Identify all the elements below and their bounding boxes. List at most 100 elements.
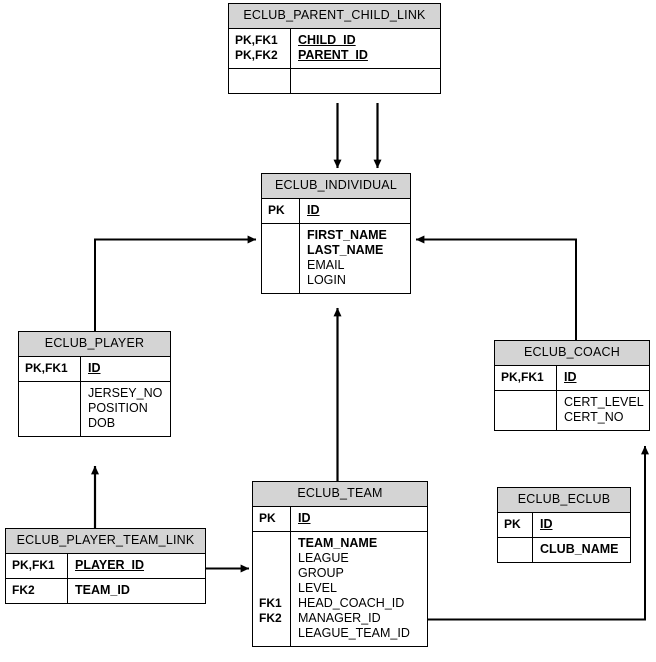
attribute-column: TEAM_ID bbox=[68, 579, 205, 603]
entity-key-section: PK ID bbox=[262, 198, 410, 223]
key-label: PK,FK2 bbox=[235, 47, 278, 62]
key-column bbox=[495, 390, 557, 430]
attribute: LEAGUE bbox=[298, 550, 349, 565]
key-label: PK bbox=[268, 202, 285, 217]
fk-label bbox=[259, 566, 285, 581]
fk-label bbox=[259, 551, 285, 566]
key-label: PK,FK1 bbox=[501, 369, 544, 384]
fk-label bbox=[259, 581, 285, 596]
key-column: FK1 FK2 bbox=[253, 531, 291, 646]
attribute-column: ID bbox=[533, 513, 630, 537]
attribute: JERSEY_NO bbox=[88, 385, 163, 400]
attribute: LOGIN bbox=[307, 272, 346, 287]
attribute: FIRST_NAME bbox=[307, 227, 387, 242]
relationship-player-individual bbox=[94, 235, 257, 331]
attribute-column: ID bbox=[557, 366, 649, 390]
fk-label: FK2 bbox=[12, 582, 35, 597]
key-column: PK bbox=[253, 506, 291, 531]
attribute: GROUP bbox=[298, 565, 344, 580]
entity-eclub-coach[interactable]: ECLUB_COACH PK,FK1 ID CERT_LEVEL CERT_NO bbox=[494, 340, 650, 431]
key-attribute: ID bbox=[88, 360, 101, 375]
entity-key-section: PK,FK1 PK,FK2 CHILD_ID PARENT_ID bbox=[229, 28, 440, 68]
entity-key-section: PK ID bbox=[498, 512, 630, 537]
attribute-column: ID bbox=[300, 199, 410, 223]
key-column: PK,FK1 bbox=[495, 365, 557, 390]
attribute-column: PLAYER_ID bbox=[68, 554, 205, 578]
entity-key-section: PK ID bbox=[253, 506, 427, 531]
attribute: DOB bbox=[88, 415, 116, 430]
entity-key-section: PK,FK1 ID bbox=[19, 356, 170, 381]
key-attribute: ID bbox=[564, 369, 577, 384]
attribute: MANAGER_ID bbox=[298, 610, 381, 625]
attribute: CLUB_NAME bbox=[540, 541, 619, 556]
key-label: PK bbox=[504, 516, 521, 531]
entity-title: ECLUB_PARENT_CHILD_LINK bbox=[229, 4, 440, 29]
entity-eclub-parent-child-link[interactable]: ECLUB_PARENT_CHILD_LINK PK,FK1 PK,FK2 CH… bbox=[228, 3, 441, 94]
entity-attribute-section: FIRST_NAME LAST_NAME EMAIL LOGIN bbox=[262, 222, 410, 293]
key-column: PK bbox=[498, 512, 533, 537]
attribute: TEAM_NAME bbox=[298, 535, 378, 550]
attribute: LAST_NAME bbox=[307, 242, 384, 257]
key-column: PK bbox=[262, 198, 300, 223]
attribute-column: CHILD_ID PARENT_ID bbox=[291, 29, 440, 68]
entity-eclub-player-team-link[interactable]: ECLUB_PLAYER_TEAM_LINK PK,FK1 PLAYER_ID … bbox=[5, 528, 206, 604]
entity-title: ECLUB_COACH bbox=[495, 341, 649, 366]
entity-title: ECLUB_INDIVIDUAL bbox=[262, 174, 410, 199]
key-column bbox=[262, 223, 300, 293]
key-label: PK,FK1 bbox=[235, 32, 278, 47]
attribute: POSITION bbox=[88, 400, 148, 415]
key-column: FK2 bbox=[6, 578, 68, 603]
entity-title: ECLUB_TEAM bbox=[253, 482, 427, 507]
entity-key-section: PK,FK1 ID bbox=[495, 365, 649, 390]
key-label: PK bbox=[259, 510, 276, 525]
entity-key-section: PK,FK1 PLAYER_ID bbox=[6, 553, 205, 578]
key-label: PK,FK1 bbox=[12, 557, 55, 572]
key-label: PK,FK1 bbox=[25, 360, 68, 375]
key-attribute: PLAYER_ID bbox=[75, 557, 145, 572]
entity-attribute-section bbox=[229, 67, 440, 93]
key-column bbox=[19, 381, 81, 436]
entity-title: ECLUB_PLAYER bbox=[19, 332, 170, 357]
attribute-column: CERT_LEVEL CERT_NO bbox=[557, 391, 649, 430]
key-attribute: ID bbox=[307, 202, 320, 217]
key-column: PK,FK1 bbox=[19, 356, 81, 381]
erd-canvas: ECLUB_PARENT_CHILD_LINK PK,FK1 PK,FK2 CH… bbox=[0, 0, 656, 662]
entity-eclub-eclub[interactable]: ECLUB_ECLUB PK ID CLUB_NAME bbox=[497, 487, 631, 563]
entity-attribute-section: CLUB_NAME bbox=[498, 536, 630, 562]
entity-attribute-section: FK2 TEAM_ID bbox=[6, 577, 205, 603]
attribute-column: CLUB_NAME bbox=[533, 538, 630, 562]
entity-eclub-player[interactable]: ECLUB_PLAYER PK,FK1 ID JERSEY_NO POSITIO… bbox=[18, 331, 171, 437]
key-column bbox=[229, 68, 291, 93]
attribute-column bbox=[291, 69, 440, 93]
entity-eclub-team[interactable]: ECLUB_TEAM PK ID FK1 FK2 TEAM_NAME LEAGU… bbox=[252, 481, 428, 647]
entity-attribute-section: CERT_LEVEL CERT_NO bbox=[495, 389, 649, 430]
attribute: TEAM_ID bbox=[75, 582, 130, 597]
attribute: CERT_NO bbox=[564, 409, 624, 424]
entity-title: ECLUB_PLAYER_TEAM_LINK bbox=[6, 529, 205, 554]
key-column: PK,FK1 bbox=[6, 553, 68, 578]
key-attribute: ID bbox=[540, 516, 553, 531]
entity-attribute-section: FK1 FK2 TEAM_NAME LEAGUE GROUP LEVEL HEA… bbox=[253, 530, 427, 646]
attribute: EMAIL bbox=[307, 257, 345, 272]
attribute-column: ID bbox=[291, 507, 427, 531]
attribute: HEAD_COACH_ID bbox=[298, 595, 405, 610]
attribute: CERT_LEVEL bbox=[564, 394, 644, 409]
attribute-column: ID bbox=[81, 357, 170, 381]
attribute-column: JERSEY_NO POSITION DOB bbox=[81, 382, 170, 436]
key-attribute: CHILD_ID bbox=[298, 32, 356, 47]
entity-eclub-individual[interactable]: ECLUB_INDIVIDUAL PK ID FIRST_NAME LAST_N… bbox=[261, 173, 411, 294]
attribute: LEAGUE_TEAM_ID bbox=[298, 625, 410, 640]
key-attribute: ID bbox=[298, 510, 311, 525]
attribute-column: FIRST_NAME LAST_NAME EMAIL LOGIN bbox=[300, 224, 410, 293]
attribute: LEVEL bbox=[298, 580, 337, 595]
entity-attribute-section: JERSEY_NO POSITION DOB bbox=[19, 380, 170, 436]
key-column bbox=[498, 537, 533, 562]
fk-label bbox=[259, 626, 285, 641]
attribute-column: TEAM_NAME LEAGUE GROUP LEVEL HEAD_COACH_… bbox=[291, 532, 427, 646]
key-attribute: PARENT_ID bbox=[298, 47, 368, 62]
